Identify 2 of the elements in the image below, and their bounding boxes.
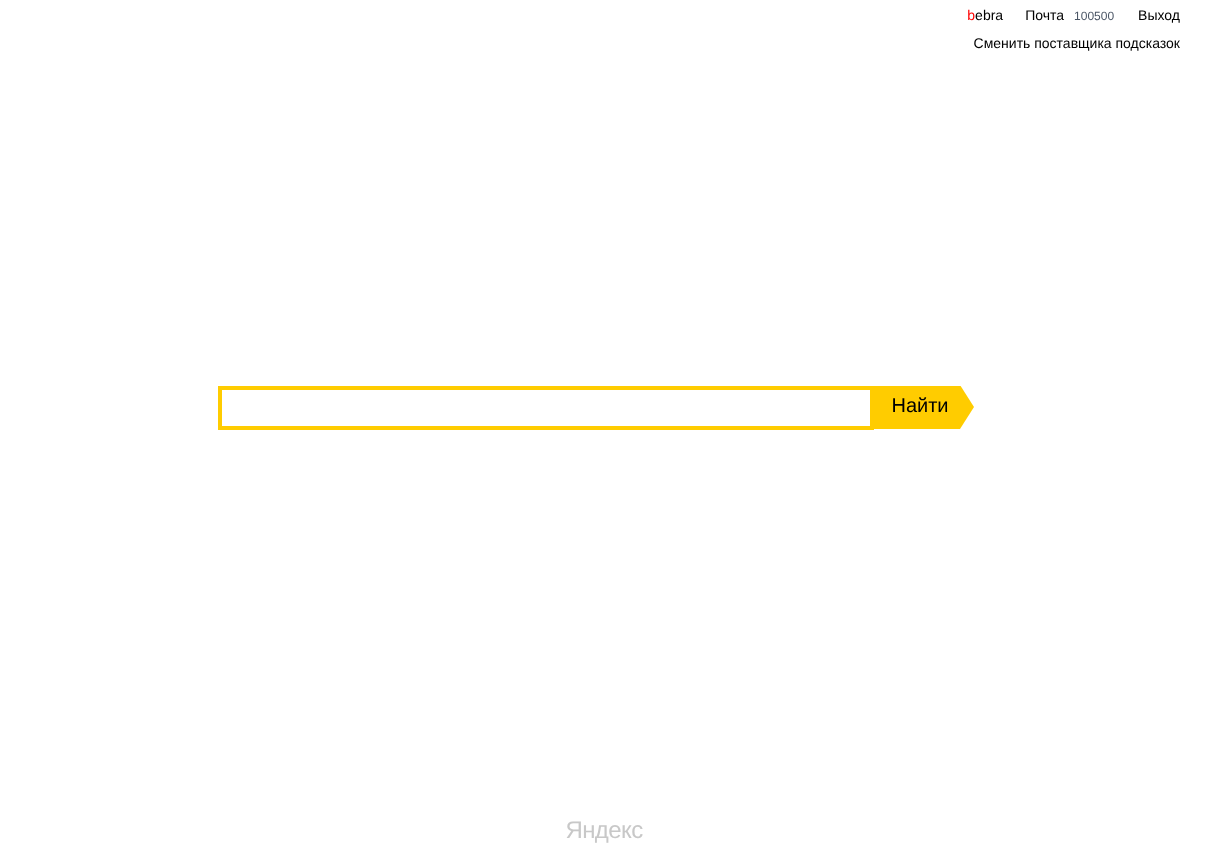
search-field[interactable] [218, 385, 874, 429]
search-button[interactable]: Найти [874, 385, 974, 429]
